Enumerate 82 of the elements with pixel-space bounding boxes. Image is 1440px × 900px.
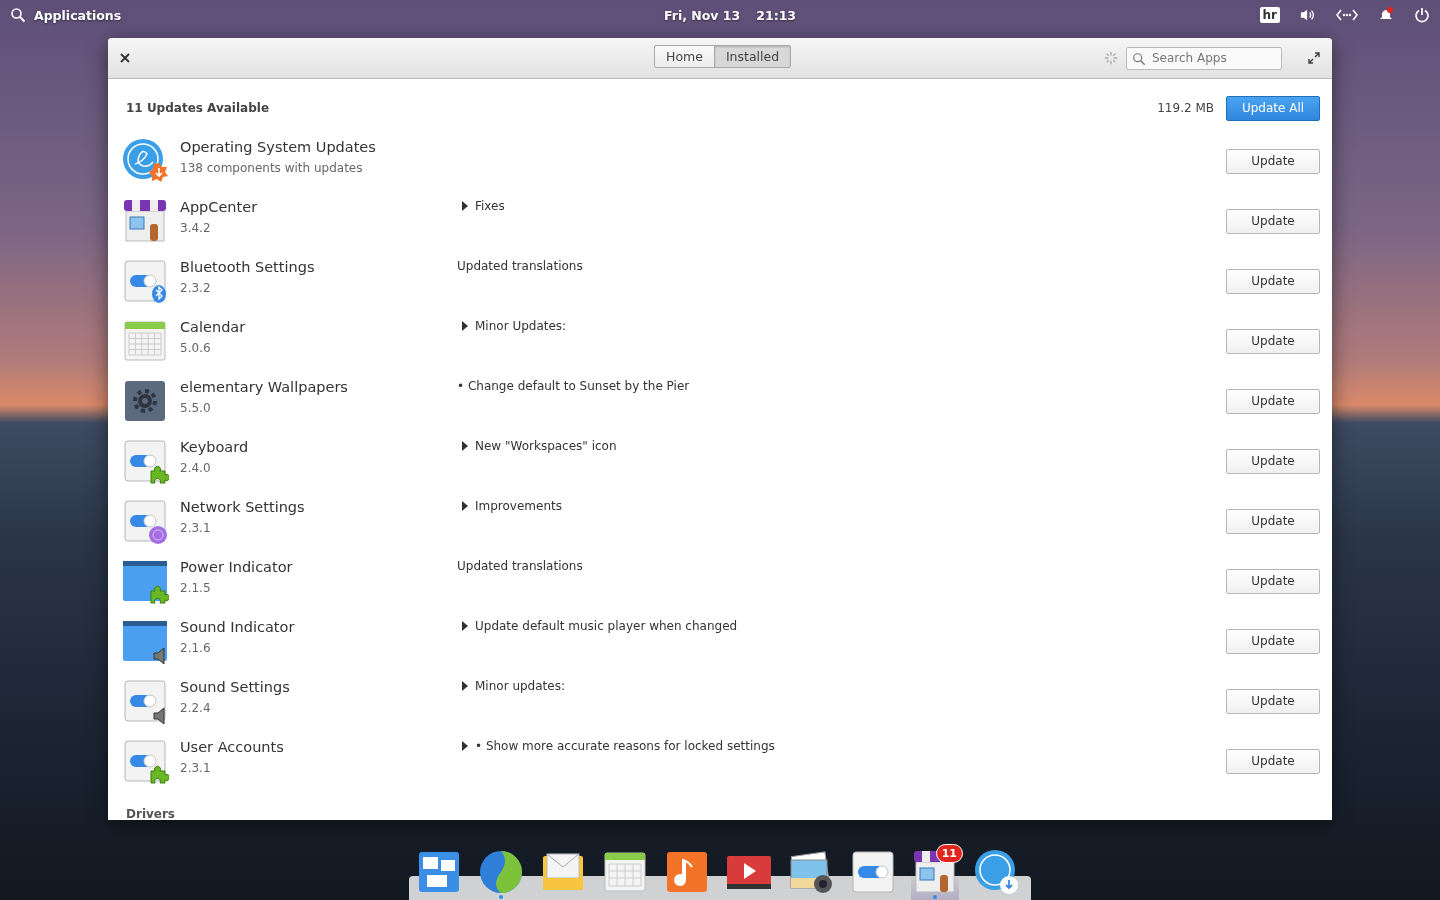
update-button[interactable]: Update xyxy=(1226,688,1320,714)
app-icon xyxy=(121,437,169,485)
expander-icon[interactable] xyxy=(462,321,468,331)
release-notes: Improvements xyxy=(475,499,562,513)
app-version: 2.2.4 xyxy=(180,701,212,715)
app-version: 2.3.1 xyxy=(180,521,212,535)
search-icon xyxy=(1132,51,1146,66)
app-version: 2.3.2 xyxy=(180,281,212,295)
section-heading: Drivers xyxy=(126,807,176,820)
notification-count-badge: 11 xyxy=(935,844,963,863)
dock-app-icon[interactable] xyxy=(849,848,897,896)
dock-app-icon[interactable] xyxy=(973,848,1021,896)
app-name: AppCenter xyxy=(180,199,259,215)
app-version: 2.4.0 xyxy=(180,461,212,475)
running-indicator xyxy=(499,895,503,899)
update-button[interactable]: Update xyxy=(1226,568,1320,594)
release-notes: Minor updates: xyxy=(475,679,565,693)
app-name: Sound Settings xyxy=(180,679,291,695)
app-icon xyxy=(121,197,169,245)
update-button[interactable]: Update xyxy=(1226,268,1320,294)
search-icon[interactable] xyxy=(10,7,26,23)
app-icon xyxy=(121,497,169,545)
release-notes: Updated translations xyxy=(457,259,583,273)
app-version: 2.3.1 xyxy=(180,761,212,775)
app-name: Network Settings xyxy=(180,499,306,515)
running-indicator xyxy=(933,895,937,899)
app-name: Calendar xyxy=(180,319,247,335)
release-notes: • Change default to Sunset by the Pier xyxy=(457,379,690,393)
app-name: Power Indicator xyxy=(180,559,294,575)
release-notes: Minor Updates: xyxy=(475,319,567,333)
app-name: Bluetooth Settings xyxy=(180,259,316,275)
search-field[interactable]: Search Apps xyxy=(1126,46,1282,70)
update-button[interactable]: Update xyxy=(1226,208,1320,234)
dock-app-icon[interactable] xyxy=(787,848,835,896)
app-name: Sound Indicator xyxy=(180,619,296,635)
app-version: 3.4.2 xyxy=(180,221,212,235)
expander-icon[interactable] xyxy=(462,621,468,631)
keyboard-layout-indicator[interactable]: hr xyxy=(1259,7,1280,23)
applications-menu[interactable]: Applications xyxy=(34,7,122,23)
release-notes: Update default music player when changed xyxy=(475,619,738,633)
app-icon xyxy=(121,737,169,785)
update-button[interactable]: Update xyxy=(1226,388,1320,414)
app-icon xyxy=(121,137,169,185)
download-size: 119.2 MB xyxy=(1157,101,1214,115)
power-icon[interactable] xyxy=(1414,7,1430,23)
expander-icon[interactable] xyxy=(462,741,468,751)
app-icon xyxy=(121,677,169,725)
volume-icon[interactable] xyxy=(1300,7,1316,23)
update-button[interactable]: Update xyxy=(1226,508,1320,534)
app-version: 2.1.6 xyxy=(180,641,212,655)
maximize-icon[interactable] xyxy=(1308,52,1320,64)
view-tab[interactable]: Home xyxy=(654,45,715,68)
app-name: elementary Wallpapers xyxy=(180,379,349,395)
release-notes: New "Workspaces" icon xyxy=(475,439,617,453)
release-notes: Fixes xyxy=(475,199,505,213)
close-icon[interactable] xyxy=(120,53,130,63)
app-version: 5.0.6 xyxy=(180,341,212,355)
release-notes: Updated translations xyxy=(457,559,583,573)
app-name: Keyboard xyxy=(180,439,250,455)
update-button[interactable]: Update xyxy=(1226,328,1320,354)
update-button[interactable]: Update xyxy=(1226,148,1320,174)
release-notes: • Show more accurate reasons for locked settings xyxy=(475,739,775,753)
app-version: 138 components with updates xyxy=(180,161,364,175)
app-version: 5.5.0 xyxy=(180,401,212,415)
expander-icon[interactable] xyxy=(462,441,468,451)
view-tab[interactable]: Installed xyxy=(713,45,792,68)
spinner-icon xyxy=(1104,51,1118,65)
app-icon xyxy=(121,257,169,305)
updates-count: 11 Updates Available xyxy=(126,101,270,115)
app-version: 2.1.5 xyxy=(180,581,212,595)
expander-icon[interactable] xyxy=(462,201,468,211)
expander-icon[interactable] xyxy=(462,681,468,691)
dock-app-icon[interactable] xyxy=(477,848,525,896)
app-name: Operating System Updates xyxy=(180,139,377,155)
panel-time[interactable]: 21:13 xyxy=(756,7,797,23)
network-icon[interactable] xyxy=(1336,7,1358,23)
expander-icon[interactable] xyxy=(462,501,468,511)
app-name: User Accounts xyxy=(180,739,285,755)
update-button[interactable]: Update xyxy=(1226,628,1320,654)
update-button[interactable]: Update xyxy=(1226,748,1320,774)
update-button[interactable]: Update xyxy=(1226,448,1320,474)
panel-date[interactable]: Fri, Nov 13 xyxy=(664,7,741,23)
